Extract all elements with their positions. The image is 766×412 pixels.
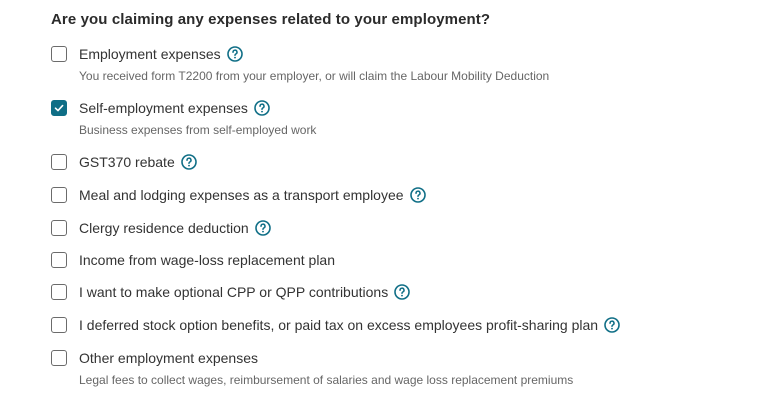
option-clergy-residence: Clergy residence deduction bbox=[51, 218, 271, 238]
option-label: I deferred stock option benefits, or pai… bbox=[79, 317, 599, 333]
option-label: Employment expenses bbox=[79, 46, 221, 62]
clergy-residence-checkbox[interactable] bbox=[51, 220, 67, 236]
help-icon[interactable] bbox=[226, 46, 243, 62]
other-employment-expenses-checkbox[interactable] bbox=[51, 350, 67, 366]
help-icon[interactable] bbox=[254, 220, 271, 236]
self-employment-expenses-checkbox[interactable] bbox=[51, 100, 67, 116]
option-description: You received form T2200 from your employ… bbox=[79, 69, 550, 83]
checkmark-icon bbox=[54, 104, 64, 112]
option-employment-expenses: Employment expenses You received form T2… bbox=[51, 44, 549, 83]
help-icon[interactable] bbox=[180, 154, 197, 170]
help-icon[interactable] bbox=[394, 284, 411, 300]
option-cpp-qpp: I want to make optional CPP or QPP contr… bbox=[51, 282, 411, 302]
question-heading: Are you claiming any expenses related to… bbox=[51, 11, 491, 28]
gst370-rebate-checkbox[interactable] bbox=[51, 154, 67, 170]
help-icon[interactable] bbox=[254, 100, 270, 116]
option-label: Self-employment expenses bbox=[79, 100, 248, 116]
employment-expenses-checkbox[interactable] bbox=[51, 46, 67, 62]
wage-loss-checkbox[interactable] bbox=[51, 252, 67, 268]
option-wage-loss: Income from wage-loss replacement plan bbox=[51, 250, 335, 270]
help-icon[interactable] bbox=[604, 317, 620, 333]
option-stock-option: I deferred stock option benefits, or pai… bbox=[51, 315, 620, 335]
help-icon[interactable] bbox=[409, 187, 426, 203]
option-description: Business expenses from self-employed wor… bbox=[79, 123, 317, 137]
option-self-employment-expenses: Self-employment expenses Business expens… bbox=[51, 98, 316, 137]
option-label: GST370 rebate bbox=[79, 154, 175, 170]
option-meal-lodging: Meal and lodging expenses as a transport… bbox=[51, 185, 426, 205]
meal-lodging-checkbox[interactable] bbox=[51, 187, 67, 203]
option-label: Income from wage-loss replacement plan bbox=[79, 252, 336, 268]
stock-option-checkbox[interactable] bbox=[51, 317, 67, 333]
option-label: Clergy residence deduction bbox=[79, 220, 249, 236]
option-gst370-rebate: GST370 rebate bbox=[51, 152, 197, 172]
option-label: Meal and lodging expenses as a transport… bbox=[79, 187, 404, 203]
option-description: Legal fees to collect wages, reimburseme… bbox=[79, 373, 574, 387]
cpp-qpp-checkbox[interactable] bbox=[51, 284, 67, 300]
option-label: I want to make optional CPP or QPP contr… bbox=[79, 284, 389, 300]
option-other-employment-expenses: Other employment expenses Legal fees to … bbox=[51, 348, 573, 387]
option-label: Other employment expenses bbox=[79, 350, 258, 366]
expenses-question-panel: Are you claiming any expenses related to… bbox=[0, 0, 766, 412]
